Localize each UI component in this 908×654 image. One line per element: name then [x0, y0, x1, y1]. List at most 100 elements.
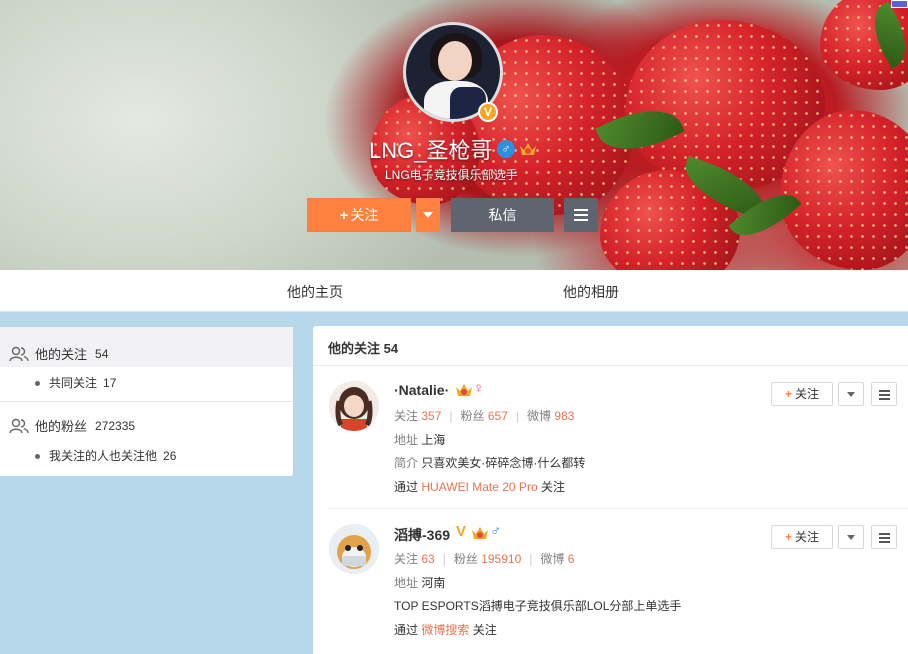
avatar-face: [438, 41, 472, 81]
user-via: 通过 HUAWEI Mate 20 Pro 关注: [394, 478, 565, 495]
avatar-image: [329, 381, 379, 431]
address-value: 河南: [421, 576, 446, 590]
following-list-panel: 他的关注 54 ·Natalie· ♀ 关注 357 | 粉丝 657 | 微博 983…: [313, 326, 908, 654]
sidebar-item-label: 他的粉丝: [35, 419, 88, 434]
bullet-dot: [35, 454, 40, 460]
stat-label: 粉丝: [460, 409, 485, 423]
intro-value: 只喜欢美女·碎碎念博·什么都转: [421, 456, 586, 470]
menu-icon-bar: [574, 219, 588, 221]
stat-label: 微博: [527, 409, 552, 423]
more-menu-button[interactable]: [564, 198, 598, 232]
profile-nickname: LNG_圣枪哥: [369, 138, 493, 163]
sidebar-subitem-count: 26: [163, 449, 177, 463]
vip-crown-icon: [472, 527, 488, 539]
sidebar-subitem-label: 共同关注: [49, 376, 98, 390]
menu-icon-bar: [879, 541, 890, 543]
more-menu-button[interactable]: [871, 525, 897, 549]
intro-label: 简介: [394, 456, 419, 470]
menu-icon-bar: [879, 394, 890, 396]
via-label: 通过: [394, 480, 419, 494]
sidebar-item-following[interactable]: 他的关注 54: [9, 344, 108, 363]
follow-dropdown-button[interactable]: [838, 382, 864, 406]
male-icon: ♂: [490, 523, 502, 540]
verified-badge-icon: V: [456, 523, 467, 540]
people-icon: [9, 346, 29, 361]
user-name[interactable]: 滔搏-369: [394, 525, 450, 545]
sidebar-item-label: 他的关注: [35, 347, 88, 362]
address-value: 上海: [421, 433, 446, 447]
via-suffix: 关注: [472, 623, 497, 637]
menu-icon-bar: [879, 537, 890, 539]
stat-label: 粉丝: [453, 552, 478, 566]
user-stats: 关注 63 | 粉丝 195910 | 微博 6: [394, 552, 575, 566]
sidebar-divider: [0, 401, 293, 402]
stat-label: 关注: [394, 552, 419, 566]
sidebar-subitem-label: 我关注的人也关注他: [49, 449, 158, 463]
follow-dropdown-button[interactable]: [416, 198, 440, 232]
relation-sidebar: 他的关注 54 共同关注 17 他的粉丝 272335 我关注的人也关注他 26: [0, 327, 293, 476]
following-list-title: 他的关注 54: [328, 341, 399, 356]
profile-tabbar: 他的主页 他的相册: [0, 270, 908, 312]
via-suffix: 关注: [540, 480, 565, 494]
female-icon: ♀: [473, 380, 485, 397]
follow-button[interactable]: + 关注: [307, 198, 411, 232]
via-label: 通过: [394, 623, 419, 637]
stat-weibo[interactable]: 983: [554, 409, 574, 423]
stat-following[interactable]: 63: [421, 552, 434, 566]
list-item: 滔搏-369 V ♂ 关注 63 | 粉丝 195910 | 微博 6 地址 河南 TO…: [313, 509, 908, 654]
user-stats: 关注 357 | 粉丝 657 | 微博 983: [394, 409, 575, 423]
user-intro: TOP ESPORTS滔搏电子竞技俱乐部LOL分部上单选手: [394, 597, 681, 614]
plus-icon: +: [339, 207, 349, 224]
menu-icon-bar: [879, 390, 890, 392]
address-label: 地址: [394, 576, 419, 590]
menu-icon-bar: [574, 214, 588, 216]
sidebar-subitem-fans-followed[interactable]: 我关注的人也关注他 26: [35, 447, 176, 464]
follow-button[interactable]: + 关注: [771, 382, 833, 406]
via-link[interactable]: HUAWEI Mate 20 Pro: [421, 480, 537, 494]
menu-icon-bar: [879, 533, 890, 535]
intro-value: TOP ESPORTS滔搏电子竞技俱乐部LOL分部上单选手: [394, 599, 682, 613]
menu-icon-bar: [574, 209, 588, 211]
corner-widget: [891, 0, 908, 8]
stat-label: 微博: [540, 552, 565, 566]
stat-label: 关注: [394, 409, 419, 423]
via-link[interactable]: 微博搜索: [421, 623, 469, 637]
stat-fans[interactable]: 195910: [481, 552, 521, 566]
list-item: ·Natalie· ♀ 关注 357 | 粉丝 657 | 微博 983 地址 上海 简…: [313, 366, 908, 508]
sidebar-item-fans[interactable]: 他的粉丝 272335: [9, 416, 135, 435]
user-avatar[interactable]: [329, 381, 379, 431]
sidebar-item-count: 272335: [95, 418, 136, 433]
message-button[interactable]: 私信: [451, 198, 554, 232]
more-menu-button[interactable]: [871, 382, 897, 406]
vip-crown-icon: [456, 384, 472, 396]
sidebar-subitem-count: 17: [103, 376, 117, 390]
user-avatar[interactable]: [329, 524, 379, 574]
sidebar-subitem-mutual[interactable]: 共同关注 17: [35, 374, 116, 391]
bullet-dot: [35, 381, 40, 387]
user-address: 地址 河南: [394, 574, 445, 591]
user-intro: 简介 只喜欢美女·碎碎念博·什么都转: [394, 454, 585, 471]
profile-description: LNG电子竞技俱乐部选手: [385, 168, 518, 182]
plus-icon: +: [784, 387, 792, 401]
vip-crown-icon: [520, 143, 536, 155]
stat-weibo[interactable]: 6: [568, 552, 575, 566]
follow-button[interactable]: + 关注: [771, 525, 833, 549]
address-label: 地址: [394, 433, 419, 447]
user-address: 地址 上海: [394, 431, 445, 448]
menu-icon-bar: [879, 398, 890, 400]
verified-badge-icon: V: [478, 102, 498, 122]
tab-home[interactable]: 他的主页: [287, 282, 343, 302]
follow-label: 关注: [795, 530, 820, 544]
tab-album[interactable]: 他的相册: [563, 282, 619, 302]
avatar-image: [329, 524, 379, 574]
stat-fans[interactable]: 657: [488, 409, 508, 423]
follow-label: 关注: [795, 387, 820, 401]
follow-dropdown-button[interactable]: [838, 525, 864, 549]
user-name[interactable]: ·Natalie·: [394, 382, 449, 398]
sidebar-item-count: 54: [95, 346, 109, 361]
user-via: 通过 微博搜索 关注: [394, 621, 497, 638]
people-icon: [9, 418, 29, 433]
stat-following[interactable]: 357: [421, 409, 441, 423]
follow-label: 关注: [350, 207, 379, 223]
plus-icon: +: [784, 530, 792, 544]
